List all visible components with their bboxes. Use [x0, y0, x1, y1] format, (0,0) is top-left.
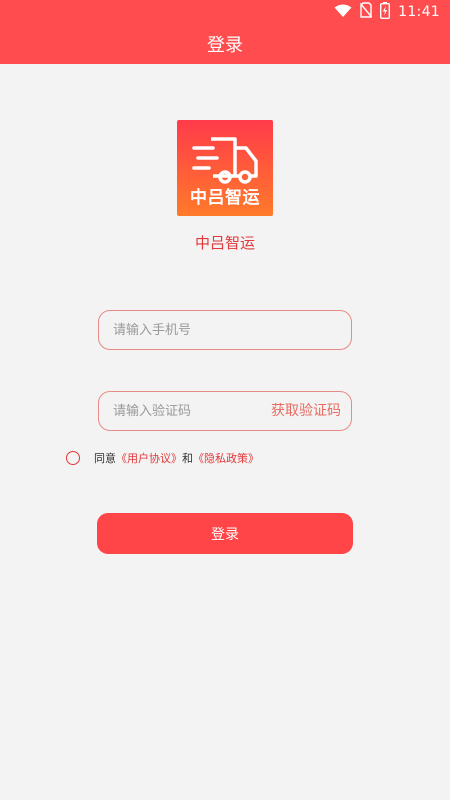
status-time: 11:41 — [398, 4, 440, 20]
agreement-prefix: 同意 — [94, 452, 116, 465]
agreement-row: 同意 《用户协议》 和 《隐私政策》 — [66, 448, 259, 468]
no-sim-icon — [360, 2, 373, 22]
user-agreement-link[interactable]: 《用户协议》 — [116, 450, 182, 466]
wifi-icon — [334, 3, 352, 22]
app-logo: 中吕智运 — [177, 120, 273, 216]
code-input[interactable] — [113, 392, 263, 430]
agreement-radio[interactable] — [66, 451, 80, 465]
phone-field[interactable] — [98, 310, 352, 350]
login-button[interactable]: 登录 — [97, 513, 353, 554]
privacy-policy-link[interactable]: 《隐私政策》 — [193, 450, 259, 466]
code-field[interactable]: 获取验证码 — [98, 391, 352, 431]
agreement-and: 和 — [182, 452, 193, 465]
phone-input[interactable] — [113, 311, 337, 349]
get-code-button[interactable]: 获取验证码 — [271, 392, 341, 430]
status-icons: 11:41 — [334, 1, 440, 23]
logo-text: 中吕智运 — [190, 188, 260, 208]
title-bar: 登录 — [0, 24, 450, 64]
status-bar: 11:41 — [0, 0, 450, 24]
page-title: 登录 — [207, 35, 243, 56]
battery-charging-icon — [380, 1, 391, 23]
app-name: 中吕智运 — [194, 234, 255, 252]
